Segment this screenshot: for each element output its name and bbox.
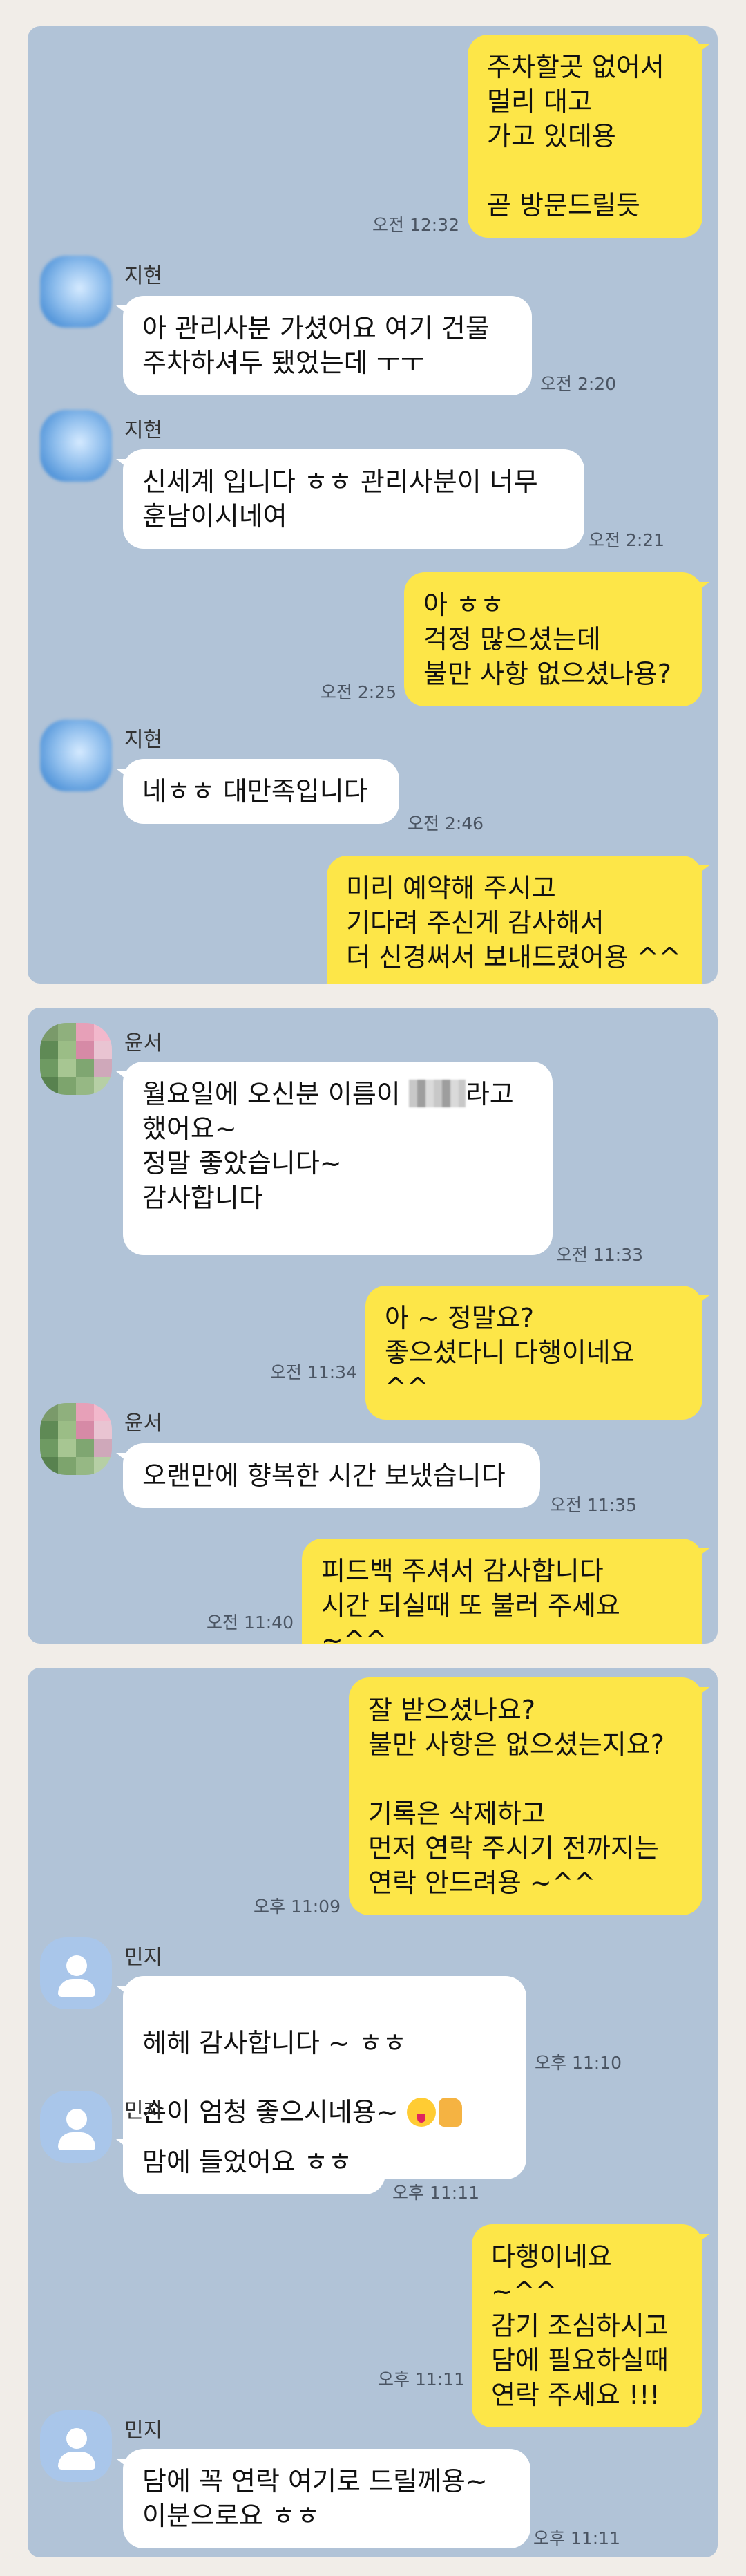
message-time: 오전 2:25 — [320, 682, 396, 702]
message-time: 오전 12:32 — [372, 215, 459, 235]
redacted-name — [408, 1080, 466, 1107]
avatar[interactable] — [40, 1023, 112, 1095]
message-time: 오후 11:11 — [533, 2528, 620, 2548]
message-bubble-received: 아 관리사분 가셨어요 여기 건물 주차하셔두 됐었는데 ㅜㅜ — [116, 296, 532, 395]
message-text: 손이 엄청 좋으시네용~ — [142, 2097, 399, 2127]
message-time: 오후 11:11 — [378, 2369, 465, 2389]
avatar[interactable] — [40, 256, 112, 328]
sender-name: 민지 — [124, 2099, 163, 2123]
default-avatar-icon[interactable] — [40, 2091, 112, 2163]
message-time: 오후 11:10 — [535, 2053, 622, 2073]
message-bubble-sent: 피드백 주셔서 감사합니다 시간 되실때 또 불러 주세요 ~^^ — [302, 1539, 709, 1644]
avatar-body — [58, 1979, 95, 1997]
message-bubble-sent: 잘 받으셨나요? 불만 사항은 없으셨는지요? 기록은 삭제하고 먼저 연락 주… — [349, 1677, 709, 1915]
avatar-body — [58, 2132, 95, 2150]
default-avatar-icon[interactable] — [40, 2410, 112, 2482]
avatar-head — [66, 2428, 87, 2449]
chat-panel-2: 윤서 월요일에 오신분 이름이 라고 했어요~ 정말 좋았습니다~ 감사합니다 … — [28, 1008, 718, 1644]
message-time: 오전 11:33 — [556, 1245, 643, 1265]
message-text-line: 손이 엄청 좋으시네용~ — [142, 2095, 507, 2130]
message-time: 오전 11:34 — [270, 1362, 357, 1382]
avatar[interactable] — [40, 720, 112, 791]
chat-panel-1: 주차할곳 없어서 멀리 대고 가고 있데용 곧 방문드릴듯 오전 12:32 지… — [28, 26, 718, 984]
message-time: 오후 11:11 — [392, 2183, 479, 2203]
avatar-body — [58, 2452, 95, 2470]
message-bubble-sent: 다행이네요 ~^^ 감기 조심하시고 담에 필요하실때 연락 주세요 !!! — [472, 2224, 709, 2427]
message-time: 오전 2:20 — [540, 374, 617, 394]
sender-name: 지현 — [124, 418, 163, 442]
avatar-head — [66, 2109, 87, 2130]
sender-name: 윤서 — [124, 1031, 163, 1055]
chat-panel-3: 잘 받으셨나요? 불만 사항은 없으셨는지요? 기록은 삭제하고 먼저 연락 주… — [28, 1668, 718, 2557]
message-bubble-received: 네ㅎㅎ 대만족입니다 — [116, 759, 399, 824]
message-text: 월요일에 오신분 이름이 — [142, 1079, 409, 1109]
message-time: 오전 11:40 — [207, 1613, 294, 1633]
message-bubble-sent: 아 ~ 정말요? 좋으셨다니 다행이네요 ^^ — [365, 1286, 709, 1420]
message-text-line: 헤헤 감사합니다 ~ ㅎㅎ — [142, 2028, 407, 2058]
message-time: 오전 2:46 — [408, 814, 484, 834]
sender-name: 윤서 — [124, 1411, 163, 1436]
message-bubble-sent: 아 ㅎㅎ 걱정 많으셨는데 불만 사항 없으셨나용? — [404, 572, 709, 706]
message-bubble-received: 신세계 입니다 ㅎㅎ 관리사분이 너무 훈남이시네여 — [116, 449, 584, 549]
message-bubble-received: 맘에 들었어요 ㅎㅎ — [116, 2130, 385, 2194]
thumbs-up-emoji-icon — [438, 2098, 462, 2127]
message-bubble-received: 월요일에 오신분 이름이 라고 했어요~ 정말 좋았습니다~ 감사합니다 — [116, 1062, 553, 1255]
avatar[interactable] — [40, 1403, 112, 1475]
message-bubble-sent: 주차할곳 없어서 멀리 대고 가고 있데용 곧 방문드릴듯 — [468, 35, 709, 238]
message-bubble-received: 담에 꼭 연락 여기로 드릴께용~ 이분으로요 ㅎㅎ — [116, 2449, 530, 2548]
avatar-head — [66, 1955, 87, 1976]
message-time: 오전 11:35 — [550, 1495, 637, 1515]
avatar[interactable] — [40, 410, 112, 482]
sender-name: 민지 — [124, 1946, 163, 1970]
message-time: 오전 2:21 — [589, 530, 665, 550]
sender-name: 민지 — [124, 2418, 163, 2443]
message-bubble-sent: 미리 예약해 주시고 기다려 주신게 감사해서 더 신경써서 보내드렸어용 ^^ — [327, 856, 709, 984]
message-bubble-received: 오랜만에 향복한 시간 보냈습니다 — [116, 1443, 540, 1508]
message-time: 오후 11:09 — [254, 1897, 341, 1917]
sender-name: 지현 — [124, 728, 163, 752]
default-avatar-icon[interactable] — [40, 1937, 112, 2009]
sender-name: 지현 — [124, 264, 163, 288]
winking-tongue-emoji-icon — [406, 2098, 436, 2127]
